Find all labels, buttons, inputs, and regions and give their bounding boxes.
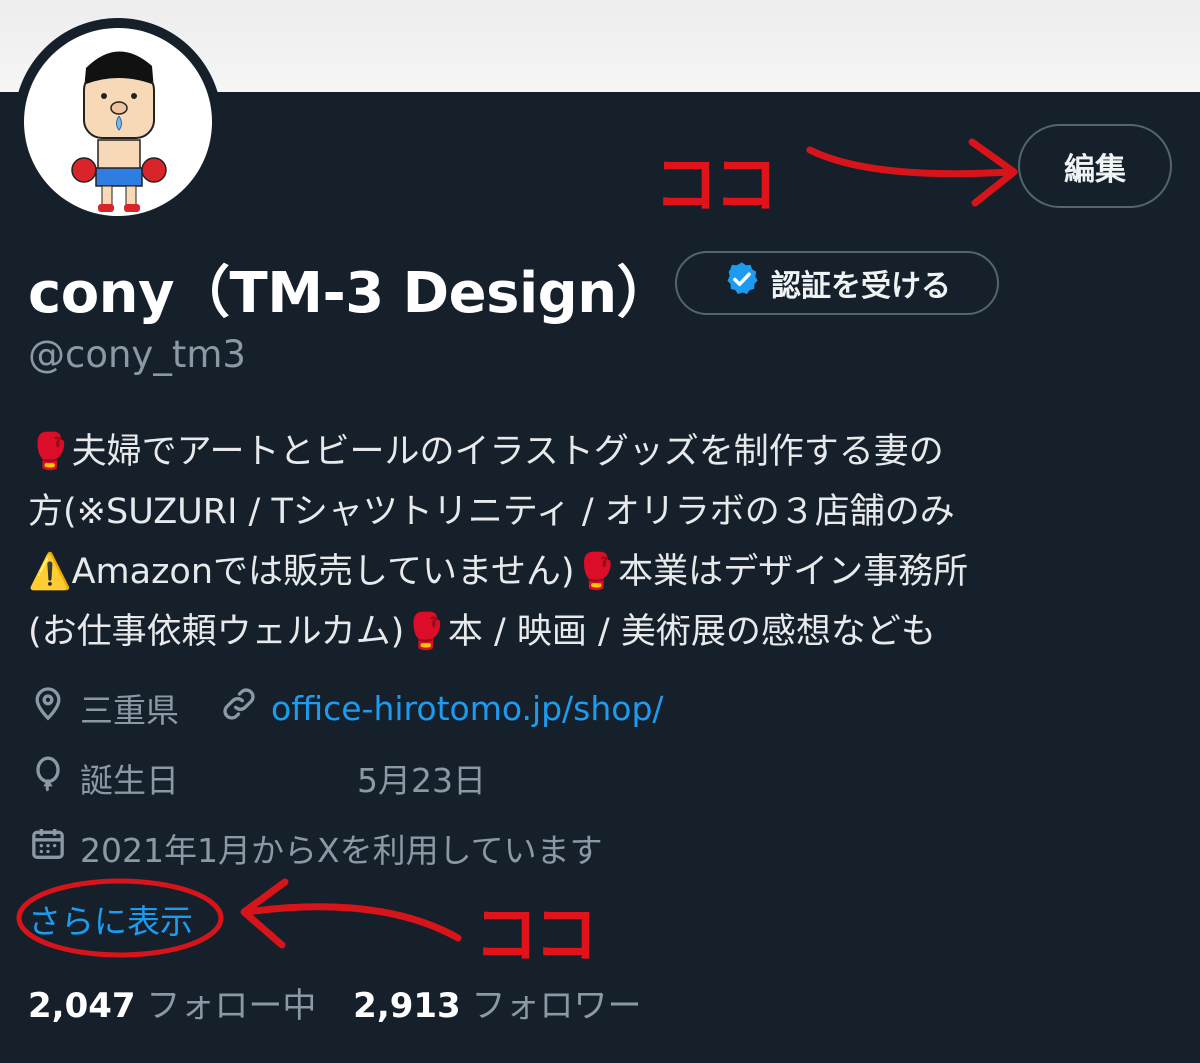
edit-profile-button[interactable]: 編集 bbox=[1018, 124, 1172, 208]
location-text: 三重県 bbox=[80, 691, 179, 730]
following-label: フォロー中 bbox=[146, 986, 317, 1026]
location-row: 三重県 office-hirotomo.jp/shop/ bbox=[28, 684, 664, 732]
website-link[interactable]: office-hirotomo.jp/shop/ bbox=[271, 689, 664, 728]
following-count: 2,047 bbox=[28, 986, 136, 1026]
avatar[interactable] bbox=[14, 18, 222, 226]
follow-stats: 2,047 フォロー中 2,913 フォロワー bbox=[28, 978, 642, 1027]
profile-name: cony（TM-3 Design） bbox=[28, 261, 673, 326]
following-stat[interactable]: 2,047 フォロー中 bbox=[28, 986, 316, 1026]
annotation-arrow-bottom bbox=[242, 903, 462, 942]
joined-text: 2021年1月からXを利用しています bbox=[80, 831, 603, 870]
get-verified-label: 認証を受ける bbox=[771, 269, 951, 304]
birthday-row: 誕生日 5月23日 bbox=[28, 754, 486, 802]
bio-line: 方(※SUZURI / Tシャツトリニティ / オリラボの３店舗のみ bbox=[28, 492, 955, 532]
annotation-arrow-top bbox=[806, 146, 1014, 178]
annotation-label-top: ココ bbox=[654, 149, 778, 223]
followers-stat[interactable]: 2,913 フォロワー bbox=[353, 986, 641, 1026]
followers-count: 2,913 bbox=[353, 986, 461, 1026]
birthday-label: 誕生日 bbox=[80, 761, 179, 800]
followers-label: フォロワー bbox=[471, 986, 642, 1026]
bio-line: ⚠️Amazonでは販売していません)🥊本業はデザイン事務所 bbox=[28, 552, 969, 592]
avatar-image bbox=[24, 28, 212, 216]
link-icon bbox=[219, 684, 259, 732]
get-verified-button[interactable]: 認証を受ける bbox=[675, 251, 999, 315]
annotation-label-bottom: ココ bbox=[474, 899, 598, 973]
bio-line: (お仕事依頼ウェルカム)🥊本 / 映画 / 美術展の感想なども bbox=[28, 612, 936, 652]
location-icon bbox=[28, 684, 68, 732]
profile-bio: 🥊夫婦でアートとビールのイラストグッズを制作する妻の 方(※SUZURI / T… bbox=[28, 422, 1178, 662]
birthday-value: 5月23日 bbox=[357, 761, 486, 800]
annotation-arrowhead-top bbox=[968, 138, 1018, 207]
show-more-link[interactable]: さらに表示 bbox=[28, 895, 193, 943]
profile-handle: @cony_tm3 bbox=[28, 333, 246, 376]
edit-profile-label: 編集 bbox=[1064, 151, 1126, 188]
bio-line: 🥊夫婦でアートとビールのイラストグッズを制作する妻の bbox=[28, 432, 944, 472]
joined-row: 2021年1月からXを利用しています bbox=[28, 824, 603, 872]
calendar-icon bbox=[28, 824, 68, 872]
verified-badge-icon bbox=[723, 260, 761, 306]
balloon-icon bbox=[28, 754, 68, 802]
annotation-arrowhead-bottom bbox=[240, 878, 289, 949]
